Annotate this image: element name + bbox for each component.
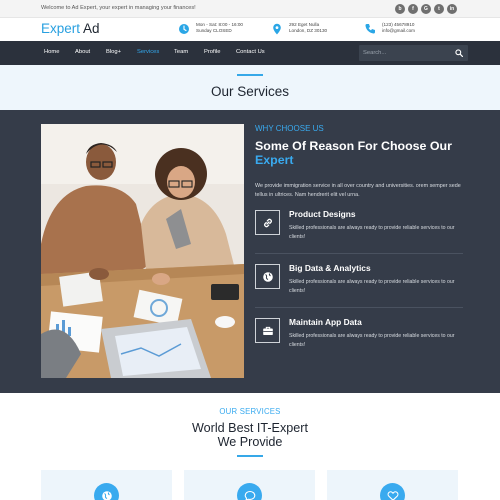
phone-contact: (123) 45678910 info@gmail.com [364, 22, 415, 35]
service-card[interactable] [184, 470, 315, 500]
globe-icon [262, 271, 273, 282]
facebook-icon[interactable]: f [408, 4, 418, 14]
feature-title: Maintain App Data [289, 317, 362, 327]
feature-title: Big Data & Analytics [289, 263, 371, 273]
services-title: World Best IT-Expert We Provide [0, 421, 500, 449]
search-icon[interactable] [455, 49, 463, 57]
nav-about[interactable]: About [75, 49, 90, 55]
services-title-line-1: World Best IT-Expert [192, 421, 308, 435]
feature-description: Skilled professionals are always ready t… [289, 279, 455, 294]
feature-description: Skilled professionals are always ready t… [289, 225, 455, 240]
feature-description: Skilled professionals are always ready t… [289, 333, 455, 348]
feature-title: Product Designs [289, 209, 356, 219]
why-choose-eyebrow: WHY CHOOSE US [255, 124, 324, 133]
phone-icon [365, 23, 375, 34]
why-choose-description: We provide immigration service in all ov… [255, 183, 461, 198]
nav-contact-us[interactable]: Contact Us [236, 49, 265, 55]
behance-icon[interactable]: b [395, 4, 405, 14]
twitter-icon[interactable]: t [434, 4, 444, 14]
welcome-text: Welcome to Ad Expert, your expert in man… [41, 5, 196, 11]
logo-part-2: Ad [83, 21, 100, 36]
nav-blog[interactable]: Blog+ [106, 49, 121, 55]
service-card-icon-circle [237, 483, 262, 500]
search-input[interactable] [363, 45, 451, 61]
nav-services[interactable]: Services [137, 49, 159, 55]
link-icon [263, 218, 272, 227]
nav-home[interactable]: Home [44, 49, 59, 55]
feature-divider [255, 307, 463, 308]
why-title-highlight: Expert [255, 153, 294, 167]
nav-team[interactable]: Team [174, 49, 188, 55]
page-title: Our Services [210, 84, 290, 99]
services-title-line-2: We Provide [217, 435, 283, 449]
title-accent-line [237, 74, 263, 76]
site-logo[interactable]: Expert Ad [41, 20, 100, 38]
hours-line-2: Sunday CLOSED [196, 28, 232, 33]
hours-contact: Mon - Sat: 8:00 - 16:00 Sunday CLOSED [178, 22, 243, 35]
team-meeting-photo [41, 124, 244, 378]
service-card[interactable] [327, 470, 458, 500]
email-address[interactable]: info@gmail.com [382, 28, 415, 34]
brand-row: Expert Ad Mon - Sat: 8:00 - 16:00 Sunday… [0, 18, 500, 41]
feature-icon-box [255, 264, 280, 289]
why-title-main: Some Of Reason For Choose Our [255, 139, 452, 153]
social-links: b f G t in [395, 4, 457, 14]
map-pin-icon [273, 23, 281, 35]
top-bar: Welcome to Ad Expert, your expert in man… [0, 0, 500, 18]
heart-icon [387, 490, 398, 500]
address-contact: 292 Eget Nulla London, DZ 30130 [271, 22, 327, 35]
feature-divider [255, 253, 463, 254]
feature-icon-box [255, 210, 280, 235]
feature-icon-box [255, 318, 280, 343]
google-plus-icon[interactable]: G [421, 4, 431, 14]
clock-icon [179, 24, 189, 34]
page-title-band: Our Services [0, 65, 500, 110]
services-eyebrow: OUR SERVICES [219, 407, 281, 416]
logo-part-1: Expert [41, 21, 81, 36]
service-card[interactable] [41, 470, 172, 500]
chat-icon [244, 490, 255, 500]
service-card-icon-circle [380, 483, 405, 500]
nav-profile[interactable]: Profile [204, 49, 220, 55]
globe-icon [101, 490, 112, 500]
service-card-icon-circle [94, 483, 119, 500]
linkedin-icon[interactable]: in [447, 4, 457, 14]
search-box [359, 45, 468, 61]
address-line-2: London, DZ 30130 [289, 28, 328, 33]
why-choose-title: Some Of Reason For Choose Our Expert [255, 139, 475, 167]
services-accent-line [237, 455, 263, 457]
briefcase-icon [262, 326, 273, 335]
